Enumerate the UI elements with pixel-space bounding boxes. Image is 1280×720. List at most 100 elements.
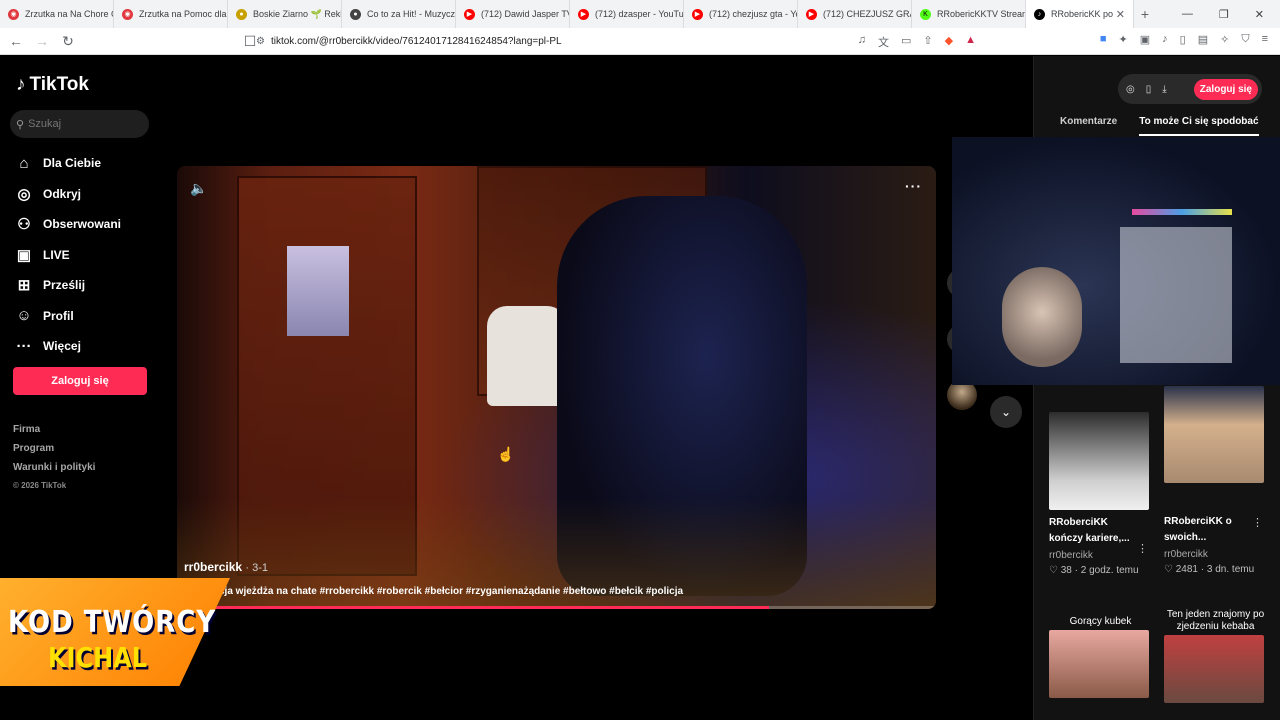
card-more-icon[interactable]: ⋮ [1252, 516, 1263, 529]
tab-label: RRobericKKTV Stream [937, 9, 1026, 19]
card-meta: ♡ 2481 · 3 dn. temu [1164, 564, 1255, 575]
puzzle-icon[interactable]: ✦ [1119, 33, 1128, 46]
browser-tab[interactable]: ▶ (712) chezjusz gta - Yo [684, 0, 798, 28]
reload-icon[interactable]: ↻ [58, 33, 78, 50]
brave-shield-icon[interactable]: ◆ [945, 34, 953, 50]
card-likes: 38 [1060, 565, 1072, 576]
translate-icon[interactable]: 文 [878, 34, 889, 50]
banner-line-2: KICHAL [48, 641, 148, 675]
login-button[interactable]: Zaloguj się [13, 367, 147, 395]
translate-ext-icon[interactable]: ■ [1100, 33, 1107, 46]
tab-recommended[interactable]: To może Ci się spodobać [1139, 116, 1259, 136]
sidebar-item-label: Profil [43, 308, 74, 323]
top-login-button[interactable]: Zaloguj się [1193, 78, 1258, 100]
footer-link-program[interactable]: Program [13, 443, 95, 454]
browser-tab-active[interactable]: ♪ RRobericKK po ✕ [1026, 0, 1134, 28]
search-box[interactable]: ⚲ [10, 110, 149, 138]
video-progress-bar[interactable] [177, 606, 936, 609]
address-bar: ← → ↻ ☐ ⚙ tiktok.com/@rr0bercikk/video/7… [0, 28, 1280, 55]
screenshot-icon[interactable]: ▣ [1140, 33, 1150, 46]
zrzutka-icon: ◉ [122, 8, 133, 20]
footer-link-terms[interactable]: Warunki i polityki [13, 462, 95, 473]
vpn-icon[interactable]: ⛉ [1241, 33, 1249, 46]
leo-icon[interactable]: ✧ [1220, 33, 1229, 46]
recommended-card[interactable]: Gorący kubek [1049, 616, 1152, 698]
tab-komentarze[interactable]: Komentarze [1060, 116, 1117, 136]
sidebar-item-odkryj[interactable]: ◎ Odkryj [14, 179, 154, 210]
browser-tab[interactable]: ▶ (712) Dawid Jasper TV [456, 0, 570, 28]
tiktok-logo[interactable]: ♪ TikTok [16, 74, 89, 96]
forward-icon[interactable]: → [32, 33, 52, 49]
music-icon[interactable]: ♪ [1162, 33, 1168, 46]
card-thumbnail [1164, 635, 1264, 703]
sidebar-item-profil[interactable]: ☺ Profil [14, 301, 154, 332]
sidebar-item-przeslij[interactable]: ⊞ Prześlij [14, 270, 154, 301]
webcam-overlay [952, 137, 1280, 385]
card-meta: ♡ 38 · 2 godz. temu [1049, 565, 1139, 576]
right-tabs: Komentarze To może Ci się spodobać [1060, 116, 1259, 136]
share-icon[interactable]: ⇧ [923, 34, 932, 50]
heart-icon: ♡ [1049, 565, 1058, 576]
brave-rewards-icon[interactable]: ▲ [965, 34, 976, 50]
sidebar-icon[interactable]: ▯ [1180, 33, 1186, 46]
site-icon: ● [350, 8, 361, 20]
video-more-icon[interactable]: ··· [905, 178, 922, 194]
browser-tab[interactable]: K RRobericKKTV Stream [912, 0, 1026, 28]
youtube-icon: ▶ [806, 8, 817, 20]
video-player[interactable]: 🔈 ··· ☝ rr0bercikk · 3-1 KK policja wjeż… [177, 166, 936, 609]
sidebar-item-obserwowani[interactable]: ⚇ Obserwowani [14, 209, 154, 240]
sidebar-item-label: Dla Ciebie [43, 156, 102, 171]
tiktok-icon: ♪ [1034, 8, 1045, 20]
footer-link-firma[interactable]: Firma [13, 424, 95, 435]
card-thumbnail [1164, 386, 1264, 483]
banner-line-1: KOD TWÓRCY [8, 605, 217, 641]
tab-label: RRobericKK po [1051, 9, 1114, 19]
card-title: RRoberciKK o swoich... [1164, 516, 1232, 543]
recommended-card[interactable]: Ten jeden znajomy po zjedzeniu kebaba [1164, 609, 1267, 703]
browser-tab[interactable]: ◉ Zrzutka na Na Chore C [0, 0, 114, 28]
minimize-icon[interactable]: — [1182, 8, 1193, 21]
restore-icon[interactable]: ❐ [1219, 8, 1229, 21]
next-video-button[interactable]: ⌄ [990, 396, 1022, 428]
back-icon[interactable]: ← [6, 33, 26, 49]
search-input[interactable] [28, 118, 139, 130]
sidebar-item-wiecej[interactable]: ··· Więcej [14, 331, 154, 362]
reader-icon[interactable]: ♫ [858, 34, 866, 50]
chevron-down-icon: ⌄ [1000, 405, 1012, 419]
new-tab-button[interactable]: + [1134, 6, 1156, 22]
browser-tab[interactable]: ▶ (712) CHEZJUSZ GRA [798, 0, 912, 28]
menu-icon[interactable]: ≡ [1262, 33, 1268, 46]
compass-small-icon[interactable]: ◎ [1126, 84, 1135, 95]
recommended-card[interactable]: RRoberciKK o swoich... ⋮ rr0bercikk ♡ 24… [1164, 386, 1267, 575]
volume-icon[interactable]: 🔈 [190, 180, 207, 197]
author-name: rr0bercikk [184, 560, 243, 574]
site-info-icon[interactable]: ⚙ [256, 36, 265, 47]
browser-tab[interactable]: ● Co to za Hit! - Muzycz [342, 0, 456, 28]
phone-icon[interactable]: ▯ [1146, 84, 1152, 95]
url-field[interactable]: ⚙ tiktok.com/@rr0bercikk/video/761240171… [256, 31, 976, 52]
tab-label: Co to za Hit! - Muzycz [367, 9, 456, 19]
close-icon[interactable]: ✕ [1116, 8, 1125, 21]
sidebar-item-dla-ciebie[interactable]: ⌂ Dla Ciebie [14, 148, 154, 179]
recommended-card[interactable]: RRoberciKK kończy kariere,... ⋮ rr0berci… [1049, 412, 1152, 576]
cast-icon[interactable]: ▭ [901, 34, 911, 50]
browser-tab[interactable]: ▶ (712) dzasper - YouTub [570, 0, 684, 28]
window-close-icon[interactable]: ✕ [1255, 8, 1264, 21]
card-thumbnail [1049, 412, 1149, 510]
sidebar-item-live[interactable]: ▣ LIVE [14, 240, 154, 271]
card-thumbnail [1049, 630, 1149, 698]
compass-icon: ◎ [17, 185, 31, 203]
tab-label: (712) dzasper - YouTub [595, 9, 684, 19]
wallet-icon[interactable]: ▤ [1198, 33, 1208, 46]
download-icon[interactable]: ⤓ [1162, 84, 1166, 95]
copyright: © 2026 TikTok [13, 481, 67, 490]
browser-tab[interactable]: ● Boskie Ziarno 🌱 Rekl [228, 0, 342, 28]
card-more-icon[interactable]: ⋮ [1137, 542, 1148, 555]
kick-icon: K [920, 8, 931, 20]
browser-tab[interactable]: ◉ Zrzutka na Pomoc dla [114, 0, 228, 28]
tab-label: Boskie Ziarno 🌱 Rekl [253, 8, 342, 19]
footer-links: Firma Program Warunki i polityki © 2026 … [13, 424, 95, 498]
url-text: tiktok.com/@rr0bercikk/video/76124017128… [270, 36, 562, 47]
video-caption: KK policja wjeżdża na chate #rrobercikk … [184, 586, 684, 597]
video-author[interactable]: rr0bercikk · 3-1 [184, 560, 268, 574]
